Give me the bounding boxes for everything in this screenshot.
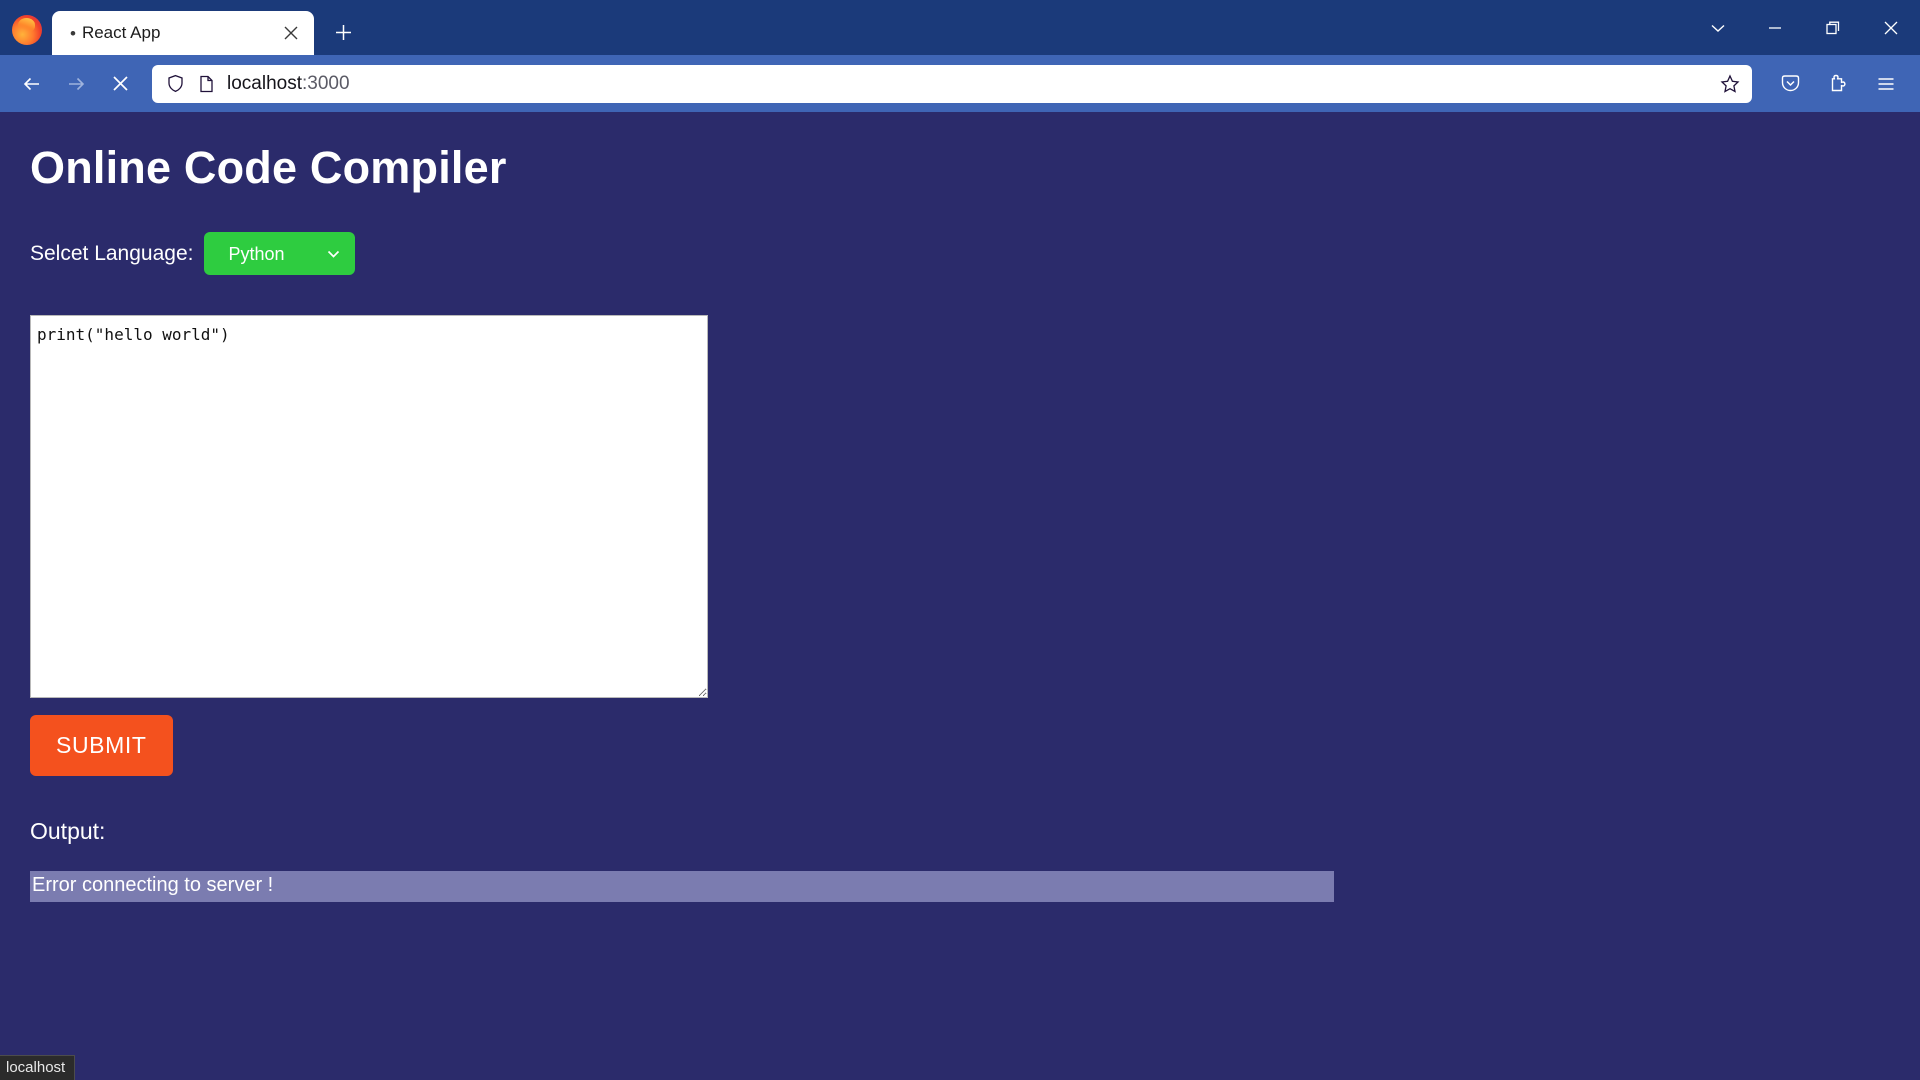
tab-loading-dot-icon: • bbox=[70, 23, 76, 43]
stop-loading-icon[interactable] bbox=[98, 62, 142, 106]
code-input[interactable] bbox=[30, 315, 708, 698]
browser-navbar: localhost:3000 bbox=[0, 55, 1920, 112]
tab-close-icon[interactable] bbox=[278, 20, 304, 46]
tab-list-chevron-down-icon[interactable] bbox=[1690, 0, 1746, 55]
hamburger-menu-icon[interactable] bbox=[1862, 62, 1910, 106]
forward-arrow-icon[interactable] bbox=[54, 62, 98, 106]
url-port: :3000 bbox=[302, 72, 350, 94]
browser-toolbar-actions bbox=[1766, 62, 1910, 106]
tab-title: React App bbox=[81, 23, 161, 42]
submit-button[interactable]: SUBMIT bbox=[30, 715, 173, 776]
url-text[interactable]: localhost:3000 bbox=[227, 73, 1720, 95]
output-label: Output: bbox=[30, 818, 106, 844]
page-info-icon[interactable] bbox=[197, 75, 215, 93]
browser-window: • React App localhost:3000 Online Code C… bbox=[0, 0, 1920, 1080]
shield-icon[interactable] bbox=[166, 74, 185, 93]
page-title: Online Code Compiler bbox=[30, 142, 507, 193]
url-host: localhost bbox=[227, 72, 302, 94]
back-arrow-icon[interactable] bbox=[10, 62, 54, 106]
extensions-puzzle-icon[interactable] bbox=[1814, 62, 1862, 106]
minimize-icon[interactable] bbox=[1746, 0, 1804, 55]
window-controls bbox=[1690, 0, 1920, 55]
language-selector-row: Selcet Language: PythonCC++JavaJavaScrip… bbox=[30, 232, 1920, 275]
bookmark-star-icon[interactable] bbox=[1720, 73, 1740, 94]
page-content: Online Code Compiler Selcet Language: Py… bbox=[0, 112, 1920, 1080]
window-close-icon[interactable] bbox=[1862, 0, 1920, 55]
restore-icon[interactable] bbox=[1804, 0, 1862, 55]
status-bar-tooltip: localhost bbox=[0, 1055, 76, 1080]
language-select-wrapper: PythonCC++JavaJavaScript bbox=[204, 232, 356, 275]
output-value: Error connecting to server ! bbox=[30, 871, 1334, 902]
language-label: Selcet Language: bbox=[30, 241, 194, 265]
language-select[interactable]: PythonCC++JavaJavaScript bbox=[204, 232, 356, 275]
tab-react-app[interactable]: • React App bbox=[52, 11, 314, 55]
save-to-pocket-icon[interactable] bbox=[1766, 62, 1814, 106]
firefox-logo-icon bbox=[12, 15, 42, 45]
tab-strip: • React App bbox=[52, 0, 364, 55]
browser-titlebar: • React App bbox=[0, 0, 1920, 55]
new-tab-button[interactable] bbox=[322, 11, 364, 53]
url-bar[interactable]: localhost:3000 bbox=[152, 64, 1752, 103]
